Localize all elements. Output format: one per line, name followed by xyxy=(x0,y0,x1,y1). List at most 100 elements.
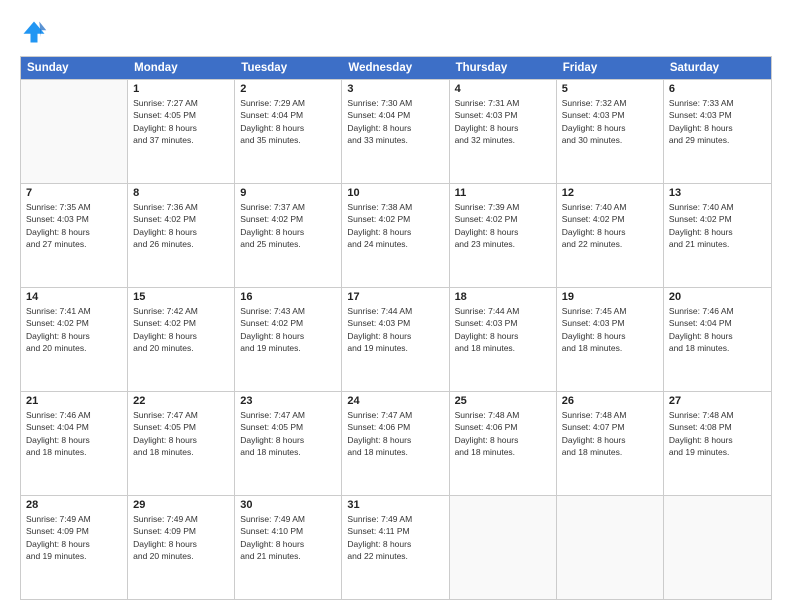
day-info: Sunrise: 7:47 AM Sunset: 4:05 PM Dayligh… xyxy=(240,409,336,458)
logo-icon xyxy=(20,18,48,46)
day-info: Sunrise: 7:42 AM Sunset: 4:02 PM Dayligh… xyxy=(133,305,229,354)
day-info: Sunrise: 7:30 AM Sunset: 4:04 PM Dayligh… xyxy=(347,97,443,146)
calendar-cell: 20 Sunrise: 7:46 AM Sunset: 4:04 PM Dayli… xyxy=(664,288,771,391)
calendar-cell: 11 Sunrise: 7:39 AM Sunset: 4:02 PM Dayli… xyxy=(450,184,557,287)
day-number: 9 xyxy=(240,187,336,199)
calendar-cell: 24Sunrise: 7:47 AM Sunset: 4:06 PM Dayli… xyxy=(342,392,449,495)
calendar-cell: 16 Sunrise: 7:43 AM Sunset: 4:02 PM Dayli… xyxy=(235,288,342,391)
calendar-cell: 4 Sunrise: 7:31 AM Sunset: 4:03 PM Daylig… xyxy=(450,80,557,183)
day-info: Sunrise: 7:35 AM Sunset: 4:03 PM Dayligh… xyxy=(26,201,122,250)
header xyxy=(20,18,772,46)
header-day-saturday: Saturday xyxy=(664,57,771,79)
day-number: 25 xyxy=(455,395,551,407)
day-number: 21 xyxy=(26,395,122,407)
day-info: Sunrise: 7:48 AM Sunset: 4:06 PM Dayligh… xyxy=(455,409,551,458)
calendar-cell: 31 Sunrise: 7:49 AM Sunset: 4:11 PM Dayli… xyxy=(342,496,449,599)
day-number: 26 xyxy=(562,395,658,407)
calendar-body: 1 Sunrise: 7:27 AM Sunset: 4:05 PM Daylig… xyxy=(21,79,771,599)
calendar-cell xyxy=(21,80,128,183)
calendar-cell: 5Sunrise: 7:32 AM Sunset: 4:03 PM Daylig… xyxy=(557,80,664,183)
day-info: Sunrise: 7:47 AM Sunset: 4:05 PM Dayligh… xyxy=(133,409,229,458)
calendar-cell: 8Sunrise: 7:36 AM Sunset: 4:02 PM Daylig… xyxy=(128,184,235,287)
day-number: 22 xyxy=(133,395,229,407)
day-number: 11 xyxy=(455,187,551,199)
day-info: Sunrise: 7:45 AM Sunset: 4:03 PM Dayligh… xyxy=(562,305,658,354)
calendar-cell xyxy=(664,496,771,599)
calendar-cell: 3 Sunrise: 7:30 AM Sunset: 4:04 PM Daylig… xyxy=(342,80,449,183)
day-info: Sunrise: 7:49 AM Sunset: 4:09 PM Dayligh… xyxy=(26,513,122,562)
day-info: Sunrise: 7:40 AM Sunset: 4:02 PM Dayligh… xyxy=(562,201,658,250)
header-day-sunday: Sunday xyxy=(21,57,128,79)
calendar-cell: 9 Sunrise: 7:37 AM Sunset: 4:02 PM Daylig… xyxy=(235,184,342,287)
calendar-cell: 23 Sunrise: 7:47 AM Sunset: 4:05 PM Dayli… xyxy=(235,392,342,495)
day-number: 29 xyxy=(133,499,229,511)
calendar-cell: 27Sunrise: 7:48 AM Sunset: 4:08 PM Dayli… xyxy=(664,392,771,495)
calendar-cell: 6 Sunrise: 7:33 AM Sunset: 4:03 PM Daylig… xyxy=(664,80,771,183)
day-number: 5 xyxy=(562,83,658,95)
day-number: 10 xyxy=(347,187,443,199)
day-number: 18 xyxy=(455,291,551,303)
day-info: Sunrise: 7:46 AM Sunset: 4:04 PM Dayligh… xyxy=(669,305,766,354)
day-info: Sunrise: 7:46 AM Sunset: 4:04 PM Dayligh… xyxy=(26,409,122,458)
day-number: 1 xyxy=(133,83,229,95)
calendar-cell: 25 Sunrise: 7:48 AM Sunset: 4:06 PM Dayli… xyxy=(450,392,557,495)
day-info: Sunrise: 7:40 AM Sunset: 4:02 PM Dayligh… xyxy=(669,201,766,250)
calendar-cell: 22 Sunrise: 7:47 AM Sunset: 4:05 PM Dayli… xyxy=(128,392,235,495)
header-day-thursday: Thursday xyxy=(450,57,557,79)
day-number: 19 xyxy=(562,291,658,303)
day-number: 27 xyxy=(669,395,766,407)
day-number: 8 xyxy=(133,187,229,199)
day-number: 6 xyxy=(669,83,766,95)
calendar-cell: 15 Sunrise: 7:42 AM Sunset: 4:02 PM Dayli… xyxy=(128,288,235,391)
day-info: Sunrise: 7:44 AM Sunset: 4:03 PM Dayligh… xyxy=(455,305,551,354)
calendar-header: SundayMondayTuesdayWednesdayThursdayFrid… xyxy=(21,57,771,79)
day-number: 23 xyxy=(240,395,336,407)
day-number: 15 xyxy=(133,291,229,303)
day-info: Sunrise: 7:48 AM Sunset: 4:07 PM Dayligh… xyxy=(562,409,658,458)
calendar-cell: 18 Sunrise: 7:44 AM Sunset: 4:03 PM Dayli… xyxy=(450,288,557,391)
day-number: 20 xyxy=(669,291,766,303)
calendar-cell: 14 Sunrise: 7:41 AM Sunset: 4:02 PM Dayli… xyxy=(21,288,128,391)
header-day-wednesday: Wednesday xyxy=(342,57,449,79)
day-info: Sunrise: 7:31 AM Sunset: 4:03 PM Dayligh… xyxy=(455,97,551,146)
day-number: 4 xyxy=(455,83,551,95)
day-info: Sunrise: 7:39 AM Sunset: 4:02 PM Dayligh… xyxy=(455,201,551,250)
day-info: Sunrise: 7:43 AM Sunset: 4:02 PM Dayligh… xyxy=(240,305,336,354)
day-info: Sunrise: 7:27 AM Sunset: 4:05 PM Dayligh… xyxy=(133,97,229,146)
calendar-cell: 19 Sunrise: 7:45 AM Sunset: 4:03 PM Dayli… xyxy=(557,288,664,391)
header-day-friday: Friday xyxy=(557,57,664,79)
day-info: Sunrise: 7:41 AM Sunset: 4:02 PM Dayligh… xyxy=(26,305,122,354)
day-info: Sunrise: 7:37 AM Sunset: 4:02 PM Dayligh… xyxy=(240,201,336,250)
day-info: Sunrise: 7:29 AM Sunset: 4:04 PM Dayligh… xyxy=(240,97,336,146)
calendar-row-2: 7 Sunrise: 7:35 AM Sunset: 4:03 PM Daylig… xyxy=(21,183,771,287)
logo xyxy=(20,18,52,46)
calendar-cell: 28Sunrise: 7:49 AM Sunset: 4:09 PM Dayli… xyxy=(21,496,128,599)
day-number: 30 xyxy=(240,499,336,511)
day-info: Sunrise: 7:33 AM Sunset: 4:03 PM Dayligh… xyxy=(669,97,766,146)
calendar-cell: 12 Sunrise: 7:40 AM Sunset: 4:02 PM Dayli… xyxy=(557,184,664,287)
day-number: 16 xyxy=(240,291,336,303)
day-info: Sunrise: 7:44 AM Sunset: 4:03 PM Dayligh… xyxy=(347,305,443,354)
day-number: 14 xyxy=(26,291,122,303)
calendar-cell: 17 Sunrise: 7:44 AM Sunset: 4:03 PM Dayli… xyxy=(342,288,449,391)
day-number: 12 xyxy=(562,187,658,199)
page: SundayMondayTuesdayWednesdayThursdayFrid… xyxy=(0,0,792,612)
day-number: 3 xyxy=(347,83,443,95)
calendar: SundayMondayTuesdayWednesdayThursdayFrid… xyxy=(20,56,772,600)
day-number: 17 xyxy=(347,291,443,303)
day-number: 2 xyxy=(240,83,336,95)
calendar-cell: 2 Sunrise: 7:29 AM Sunset: 4:04 PM Daylig… xyxy=(235,80,342,183)
calendar-cell: 21 Sunrise: 7:46 AM Sunset: 4:04 PM Dayli… xyxy=(21,392,128,495)
calendar-cell xyxy=(557,496,664,599)
day-info: Sunrise: 7:47 AM Sunset: 4:06 PM Dayligh… xyxy=(347,409,443,458)
calendar-cell: 13Sunrise: 7:40 AM Sunset: 4:02 PM Dayli… xyxy=(664,184,771,287)
calendar-row-5: 28Sunrise: 7:49 AM Sunset: 4:09 PM Dayli… xyxy=(21,495,771,599)
calendar-row-1: 1 Sunrise: 7:27 AM Sunset: 4:05 PM Daylig… xyxy=(21,79,771,183)
calendar-cell xyxy=(450,496,557,599)
day-info: Sunrise: 7:49 AM Sunset: 4:11 PM Dayligh… xyxy=(347,513,443,562)
day-number: 31 xyxy=(347,499,443,511)
calendar-cell: 1 Sunrise: 7:27 AM Sunset: 4:05 PM Daylig… xyxy=(128,80,235,183)
calendar-cell: 7 Sunrise: 7:35 AM Sunset: 4:03 PM Daylig… xyxy=(21,184,128,287)
day-number: 7 xyxy=(26,187,122,199)
day-info: Sunrise: 7:49 AM Sunset: 4:09 PM Dayligh… xyxy=(133,513,229,562)
